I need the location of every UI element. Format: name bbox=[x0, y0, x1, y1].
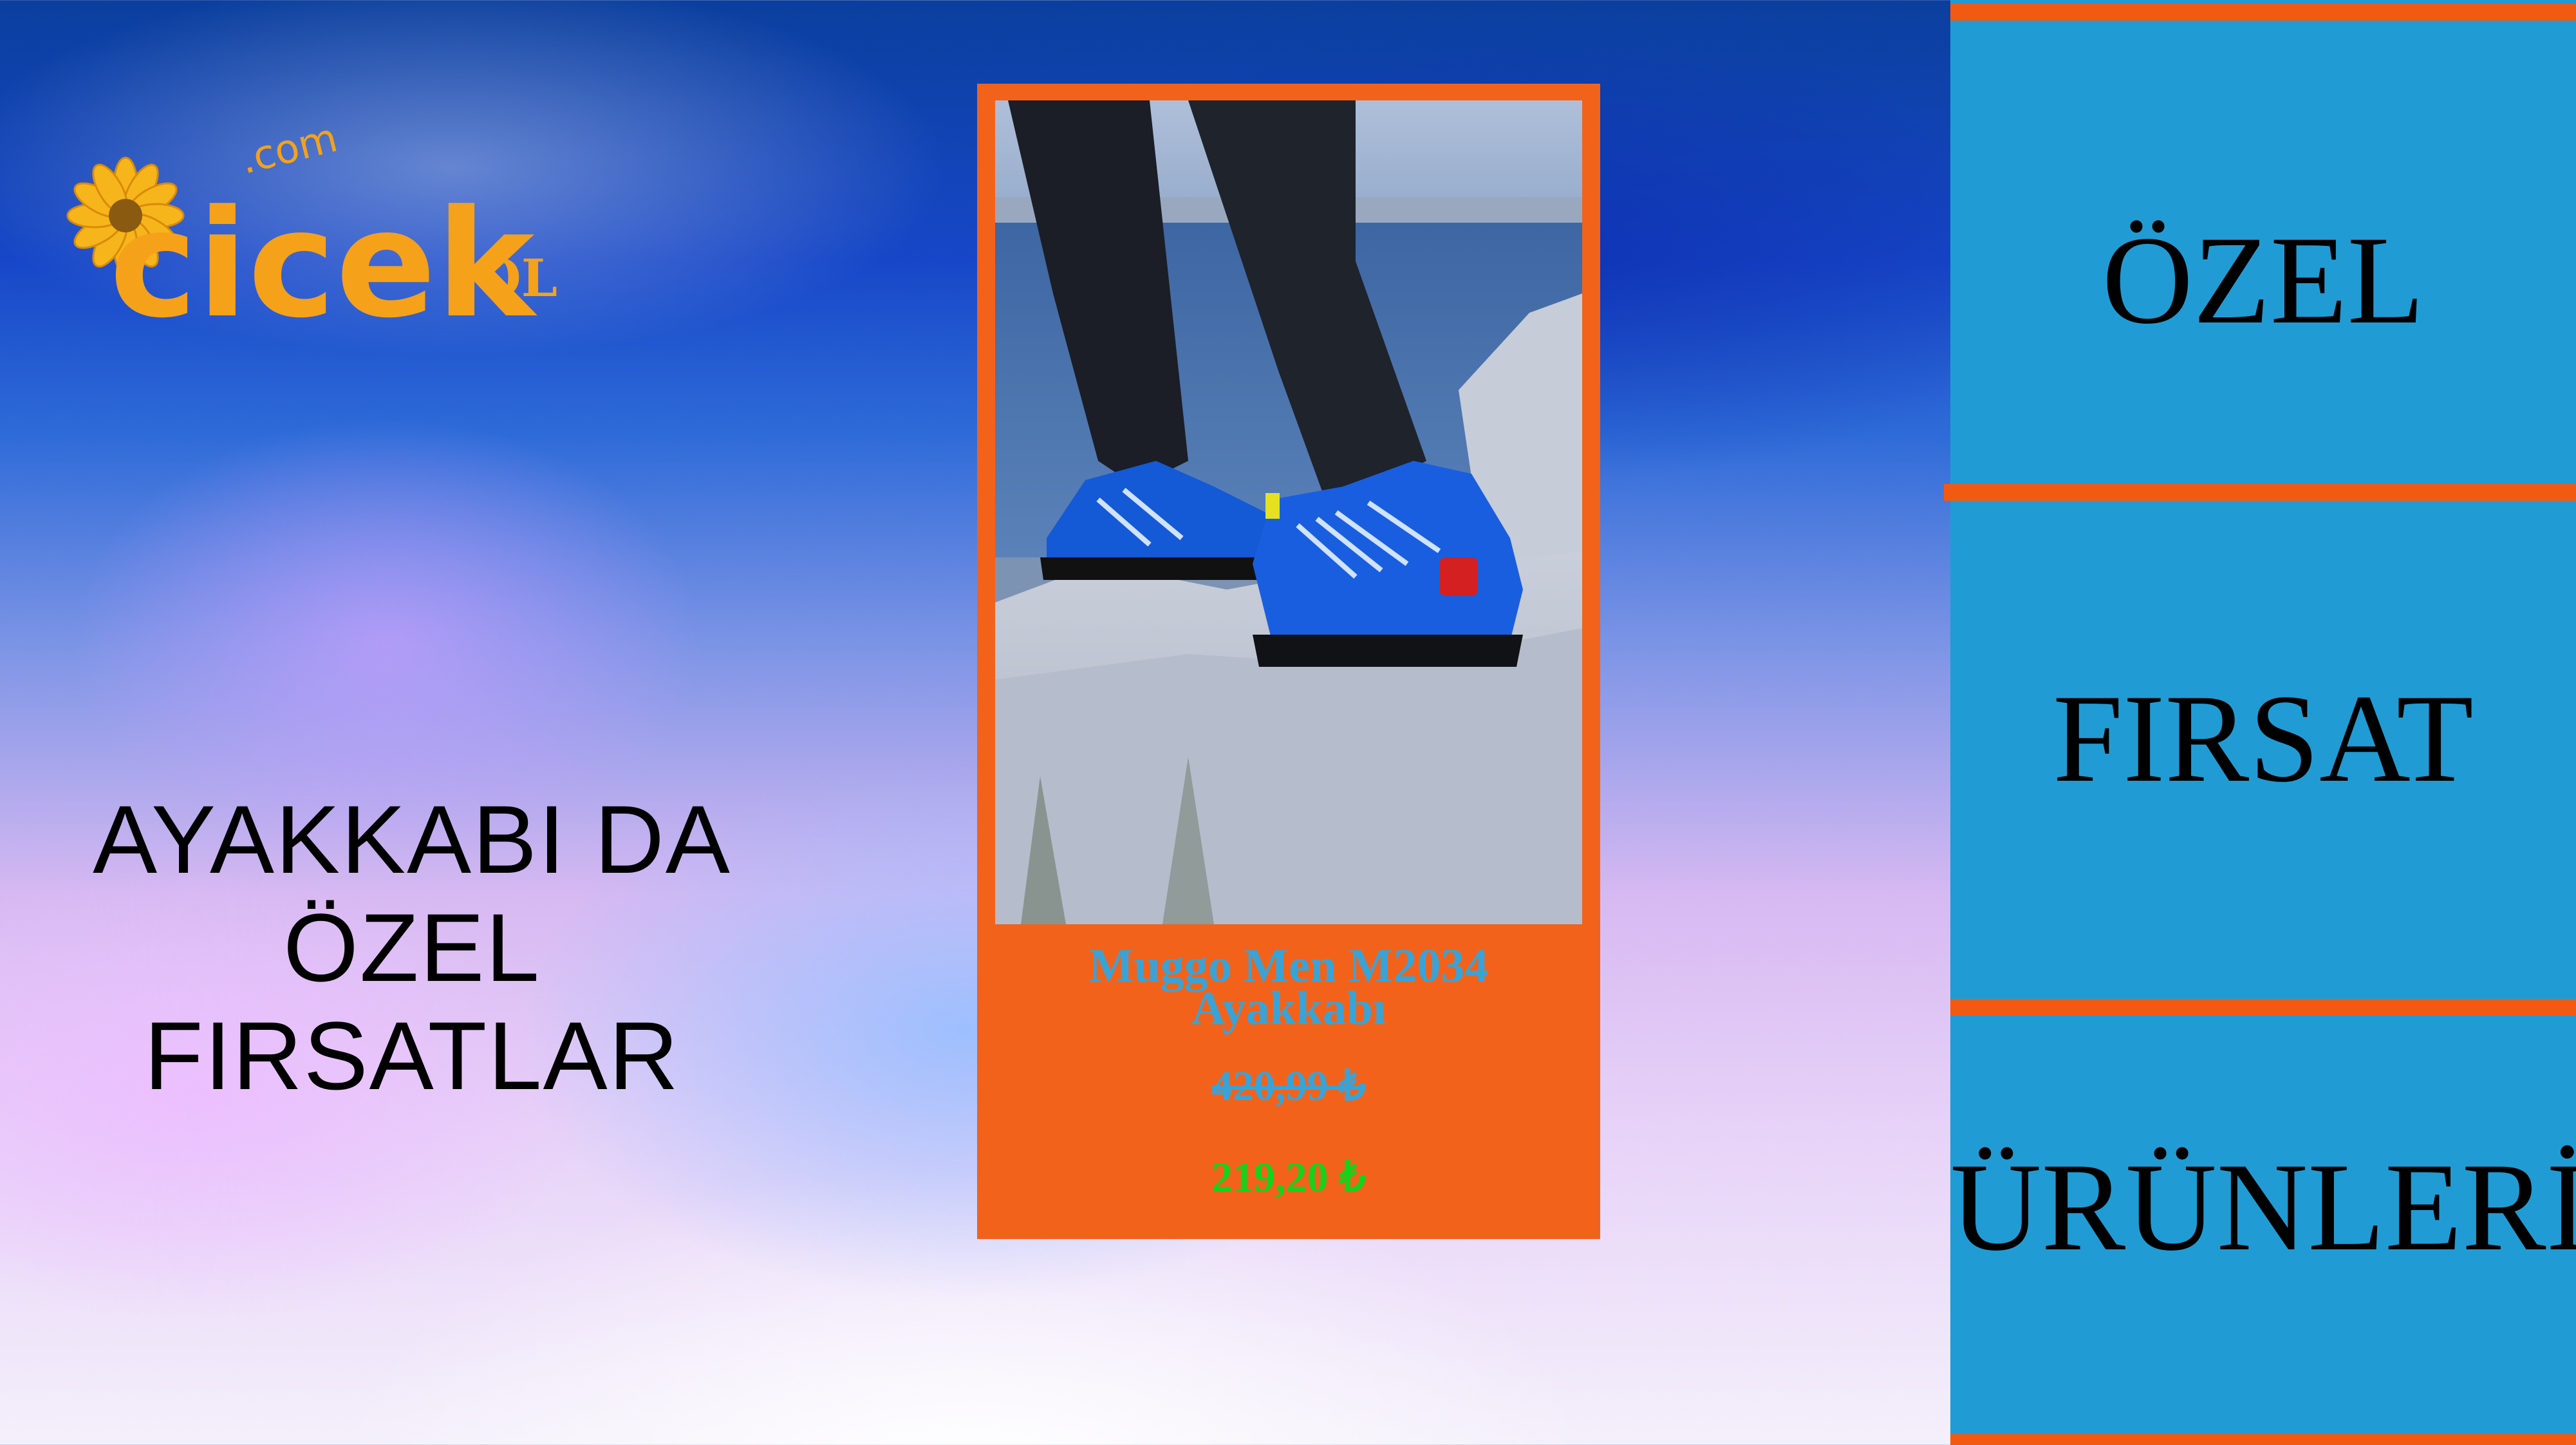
logo-wordmark: cicek bbox=[109, 179, 538, 348]
product-card[interactable]: Muggo Men M2034 Ayakkabı 420,99 ₺ 219,20… bbox=[977, 84, 1600, 1239]
logo-dotcom: .com bbox=[236, 114, 342, 183]
panel-word-2: FIRSAT bbox=[2053, 669, 2474, 808]
panel-word-1: ÖZEL bbox=[2102, 210, 2425, 350]
cicekol-logo[interactable]: .com cicek OL bbox=[64, 103, 618, 351]
headline-line-1: AYAKKABI DA bbox=[93, 785, 731, 893]
headline-line-3: FIRSATLAR bbox=[144, 1002, 680, 1110]
promo-headline: AYAKKABI DA ÖZEL FIRSATLAR bbox=[39, 785, 785, 1110]
logo-graphic: .com cicek OL bbox=[66, 114, 557, 351]
headline-line-2: ÖZEL bbox=[283, 893, 541, 1002]
product-name-line-1: Muggo Men M2034 bbox=[1088, 940, 1489, 993]
stripe-middle-2 bbox=[1950, 999, 2576, 1016]
panel-word-3: ÜRÜNLERİ bbox=[1950, 1137, 2576, 1277]
product-name-line-2: Ayakkabı bbox=[1191, 982, 1386, 1035]
stripe-bottom bbox=[1950, 1434, 2576, 1445]
stripe-middle-1 bbox=[1944, 484, 2576, 501]
new-price: 219,20 ₺ bbox=[1211, 1154, 1366, 1201]
right-promo-panel: ÖZEL FIRSAT ÜRÜNLERİ bbox=[1944, 0, 2576, 1445]
product-photo[interactable] bbox=[995, 100, 1582, 924]
product-name[interactable]: Muggo Men M2034 Ayakkabı bbox=[977, 940, 1600, 1035]
logo-suffix: OL bbox=[476, 248, 557, 308]
shoe-photo-graphic bbox=[995, 100, 1582, 924]
old-price: 420,99 ₺ bbox=[1211, 1063, 1366, 1110]
stripe-top bbox=[1950, 4, 2576, 21]
